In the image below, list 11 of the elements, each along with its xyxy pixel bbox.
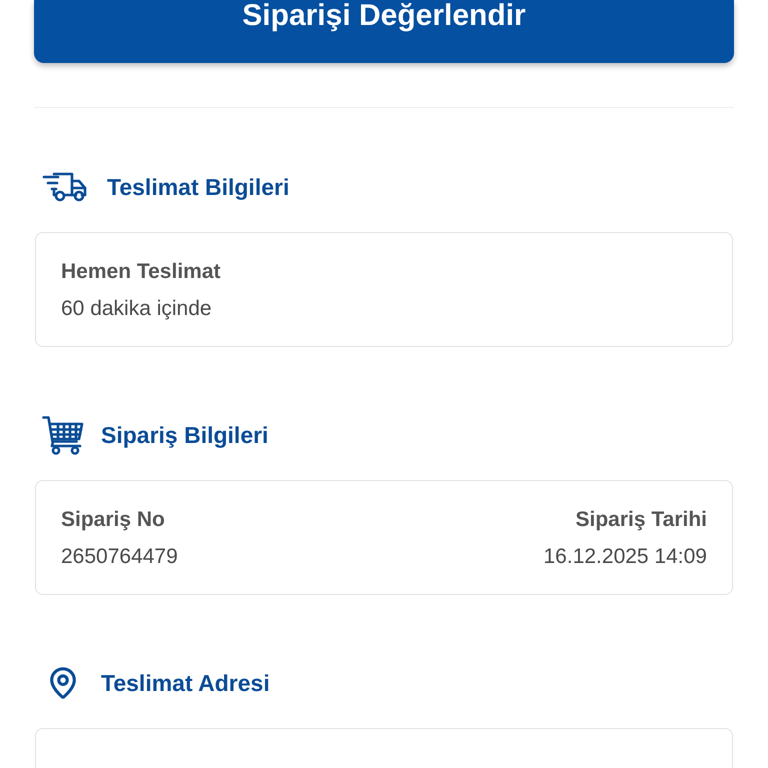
shopping-cart-icon [42,415,84,455]
field-label: Sipariş Tarihi [576,506,707,532]
field-label: Hemen Teslimat [61,258,220,284]
field-value: 60 dakika içinde [61,296,212,322]
field-value: 2650764479 [61,544,178,570]
section-title: Teslimat Adresi [101,668,270,698]
evaluate-order-button[interactable]: Siparişi Değerlendir [34,0,734,63]
field-value: 16.12.2025 14:09 [544,544,707,570]
section-title: Sipariş Bilgileri [101,420,268,450]
field-label: Sipariş No [61,506,165,532]
section-title: Teslimat Bilgileri [107,172,290,202]
